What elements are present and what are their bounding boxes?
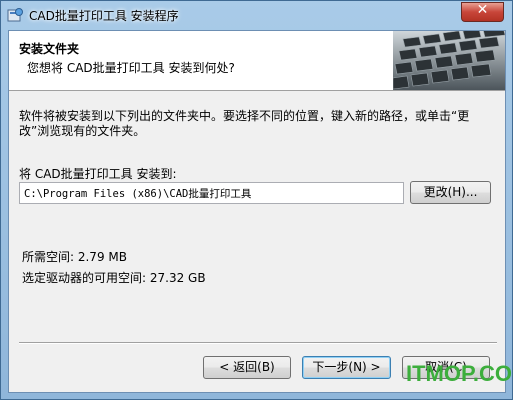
browse-button[interactable]: 更改(H)... bbox=[410, 181, 491, 204]
wizard-client-area: 安装文件夹 您想将 CAD批量打印工具 安装到何处? 软件将被安装到以下列出的文… bbox=[8, 30, 506, 393]
window-title: CAD批量打印工具 安装程序 bbox=[29, 9, 179, 23]
instructions-text: 软件将被安装到以下列出的文件夹中。要选择不同的位置，键入新的路径，或单击“更改”… bbox=[19, 109, 470, 138]
close-button[interactable]: ✕ bbox=[461, 2, 504, 22]
keyboard-banner-image bbox=[393, 31, 505, 90]
space-required-text: 所需空间: 2.79 MB bbox=[22, 250, 127, 264]
space-available-text: 选定驱动器的可用空间: 27.32 GB bbox=[22, 271, 206, 285]
watermark-text: ITMOP.COM bbox=[406, 361, 513, 386]
title-bar[interactable]: CAD批量打印工具 安装程序 ✕ bbox=[1, 1, 512, 29]
page-title: 安装文件夹 bbox=[19, 42, 80, 56]
footer-divider bbox=[19, 342, 497, 344]
wizard-header: 安装文件夹 您想将 CAD批量打印工具 安装到何处? bbox=[9, 31, 505, 91]
install-path-field[interactable] bbox=[19, 182, 404, 204]
page-subtitle: 您想将 CAD批量打印工具 安装到何处? bbox=[27, 61, 235, 75]
close-icon: ✕ bbox=[476, 2, 489, 18]
installer-app-icon bbox=[7, 8, 23, 22]
back-button[interactable]: < 返回(B) bbox=[203, 356, 291, 379]
keyboard-image-icon bbox=[393, 31, 505, 90]
destination-label: 将 CAD批量打印工具 安装到: bbox=[19, 167, 177, 181]
next-button[interactable]: 下一步(N) > bbox=[302, 356, 391, 379]
installer-window: CAD批量打印工具 安装程序 ✕ 安装文件夹 您想将 CAD批量打印工具 安装到… bbox=[0, 0, 513, 400]
